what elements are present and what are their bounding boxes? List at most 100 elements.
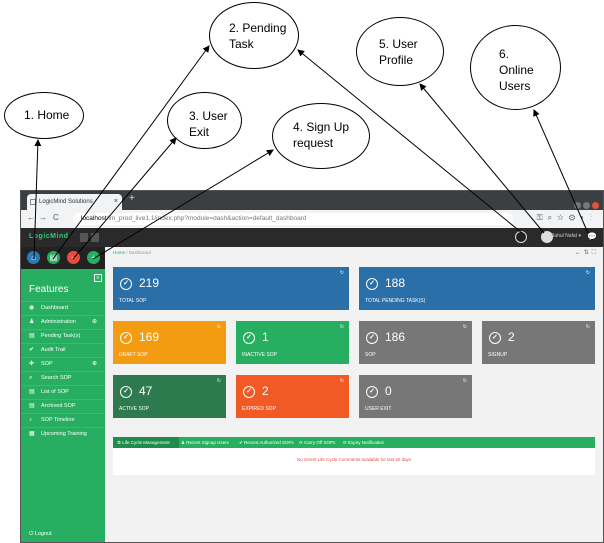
card-total-pending-tasks[interactable]: ↻ ✓ 188 Total Pending Task(s) (359, 267, 595, 310)
refresh-icon[interactable]: ↻ (586, 270, 590, 276)
card-label: Inactive SOP (242, 352, 278, 358)
card-total-sop[interactable]: ↻ ✓ 219 Total SOP (113, 267, 349, 310)
card-label: Total Pending Task(s) (365, 298, 426, 304)
sidebar-item-archived-sop[interactable]: ▤ Archived SOP (21, 399, 105, 413)
home-icon[interactable]: ⌂ (27, 251, 40, 264)
empty-message: No recent Life Cycle Comments available … (296, 457, 412, 462)
close-window-icon[interactable] (592, 202, 599, 209)
expand-icon[interactable]: ⊕ (92, 358, 97, 371)
refresh-icon[interactable]: ↻ (340, 324, 344, 330)
tab-close-icon[interactable]: × (114, 194, 118, 210)
browser-tab[interactable]: LogicMind Solutions × (27, 194, 122, 210)
callout-user-exit-text: 3. User Exit (189, 109, 228, 139)
tab-label: Life Cycle Management (122, 440, 170, 445)
forward-button[interactable]: → (39, 213, 47, 222)
callout-user-profile-text: 5. User Profile (379, 37, 418, 67)
pending-task-icon[interactable]: ▤ (47, 251, 60, 264)
browser-tab-title: LogicMind Solutions (39, 199, 93, 205)
tab-carry-off-sops[interactable]: ⟳ Carry Off SOPs (299, 437, 335, 448)
refresh-icon[interactable]: ↻ (340, 270, 344, 276)
card-active-sop[interactable]: ↻ ✓ 47 Active SOP (113, 375, 226, 418)
breadcrumb-home[interactable]: Home (113, 250, 125, 255)
fullscreen-toggle-icon[interactable] (91, 233, 99, 242)
callout-online-users: 6. Online Users (470, 25, 561, 110)
card-expired-sop[interactable]: ↻ ✓ 2 Expired SOP (236, 375, 349, 418)
refresh-icon[interactable]: ↻ (463, 324, 467, 330)
signup-request-icon[interactable]: + (87, 251, 100, 264)
user-name-text: Rahul Nafat (550, 233, 578, 239)
browser-tab-bar: LogicMind Solutions × + (21, 191, 603, 210)
refresh-icon[interactable]: ↻ (340, 378, 344, 384)
card-draft-sop[interactable]: ↻ ✓ 169 Draft SOP (113, 321, 226, 364)
check-circle-icon: ✓ (366, 386, 378, 398)
sidebar-item-label: Search SOP (41, 375, 72, 381)
refresh-icon[interactable]: ↻ (586, 324, 590, 330)
refresh-icon[interactable]: ↻ (217, 378, 221, 384)
url-field[interactable]: localhost/lm_prod_live1.1/index.php?modu… (73, 213, 513, 225)
activity-panel: ⚙ Life Cycle Management ♟ Recent Signup … (113, 437, 595, 475)
back-button[interactable]: ← (27, 213, 35, 222)
refresh-icon[interactable]: ↻ (217, 324, 221, 330)
sidebar-item-label: Upcoming Training (41, 431, 87, 437)
tab-recent-authorized-sops[interactable]: ✔ Recent Authorized SOPs (239, 437, 294, 448)
maximize-icon[interactable] (583, 202, 590, 209)
sidebar-menu: ◉ Dashboard ♟ Administration ⊕ ▤ Pending Tas… (21, 301, 105, 441)
dashboard-icon: ◉ (29, 305, 35, 311)
logout-link[interactable]: ⏻ Logout (29, 531, 52, 538)
tab-label: Recent Authorized SOPs (244, 440, 294, 445)
admin-icon: ♟ (29, 319, 35, 325)
reload-button[interactable]: C (53, 213, 59, 222)
sidebar-item-list-of-sop[interactable]: ▤ List of SOP (21, 385, 105, 399)
sidebar-collapse-icon[interactable]: ≡ (94, 274, 102, 282)
logout-label: Logout (34, 531, 52, 537)
callout-user-profile: 5. User Profile (356, 17, 444, 86)
sidebar-item-dashboard[interactable]: ◉ Dashboard (21, 301, 105, 315)
card-label: Expired SOP (242, 406, 276, 412)
quick-buttons: ⌂ ▤ − + (21, 247, 105, 269)
tab-recent-signup-users[interactable]: ♟ Recent Signup Users (181, 437, 229, 448)
card-value: 0 (385, 384, 392, 398)
user-exit-icon[interactable]: − (67, 251, 80, 264)
menu-toggle-icon[interactable] (80, 233, 88, 242)
card-value: 2 (508, 330, 515, 344)
sidebar-title: Features (29, 284, 69, 295)
sidebar-item-sop[interactable]: ✚ SOP ⊕ (21, 357, 105, 371)
card-signup[interactable]: ↻ ✓ 2 Signup (482, 321, 595, 364)
logout-icon: ⏻ (29, 531, 34, 537)
expand-icon[interactable]: ⊕ (92, 316, 97, 329)
sidebar-item-search-sop[interactable]: ⌕ Search SOP (21, 371, 105, 385)
sidebar-item-pending-tasks[interactable]: ▤ Pending Task(s) (21, 329, 105, 343)
user-name[interactable]: Rahul Nafat ▾ (551, 233, 581, 239)
card-inactive-sop[interactable]: ↻ ✓ 1 Inactive SOP (236, 321, 349, 364)
check-circle-icon: ✓ (366, 332, 378, 344)
check-circle-icon: ✓ (120, 278, 132, 290)
card-sop[interactable]: ↻ ✓ 186 SOP (359, 321, 472, 364)
new-tab-button[interactable]: + (129, 193, 135, 204)
check-circle-icon: ✓ (366, 278, 378, 290)
card-value: 186 (385, 330, 406, 344)
app-logo[interactable]: LogicMind (29, 233, 69, 240)
content-toolbar-icons[interactable]: ↔⇅⛶ (575, 249, 599, 257)
browser-window: LogicMind Solutions × + ← → C localhost/… (20, 190, 604, 543)
callout-signup-request-text: 4. Sign Up request (293, 120, 350, 150)
list-icon: ▤ (29, 389, 35, 395)
sidebar-item-upcoming-training[interactable]: ▦ Upcoming Training (21, 427, 105, 441)
url-path: /lm_prod_live1.1/index.php?module=dash&a… (106, 215, 307, 222)
callout-pending-task: 2. Pending Task (209, 2, 299, 69)
breadcrumb-separator: / (126, 250, 128, 255)
calendar-icon: ▦ (29, 431, 35, 437)
sidebar-item-sop-timeline[interactable]: ♪ SOP Timeline (21, 413, 105, 427)
tab-life-cycle-management[interactable]: ⚙ Life Cycle Management (113, 437, 179, 448)
sidebar-item-administration[interactable]: ♟ Administration ⊕ (21, 315, 105, 329)
online-users-icon[interactable]: 💬 (587, 232, 597, 241)
card-user-exit[interactable]: ↻ ✓ 0 User Exit (359, 375, 472, 418)
pending-task-header-icon[interactable] (515, 231, 527, 243)
minimize-icon[interactable] (574, 202, 581, 209)
timeline-icon: ♪ (29, 417, 32, 423)
sidebar-item-audit-trail[interactable]: ✔ Audit Trail (21, 343, 105, 357)
tab-label: Expiry Notification (348, 440, 385, 445)
tab-expiry-notification[interactable]: ⟳ Expiry Notification (343, 437, 384, 448)
url-host: localhost (81, 215, 107, 222)
refresh-icon[interactable]: ↻ (463, 378, 467, 384)
browser-toolbar-icons[interactable]: ⚿⌕☆⚙◐⋮ (537, 213, 597, 223)
